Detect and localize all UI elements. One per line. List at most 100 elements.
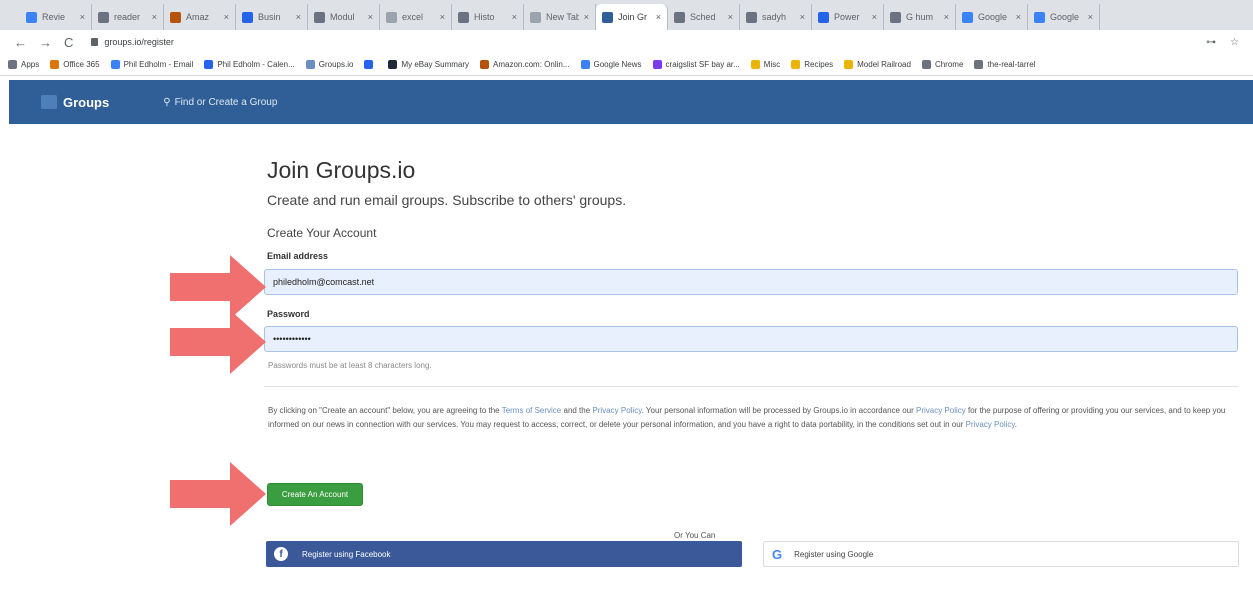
- browser-tab[interactable]: Google ×: [1028, 4, 1100, 30]
- tab-close-icon[interactable]: ×: [656, 12, 661, 22]
- bookmark-label: Phil Edholm - Email: [123, 60, 194, 69]
- bookmark-item[interactable]: Amazon.com: Onlin...: [480, 60, 570, 69]
- password-field[interactable]: [264, 326, 1238, 352]
- bookmark-label: Amazon.com: Onlin...: [493, 60, 570, 69]
- lock-icon: [91, 38, 99, 46]
- tab-title: sadyh: [762, 12, 787, 22]
- bookmark-label: Chrome: [934, 60, 964, 69]
- browser-tab[interactable]: Revie ×: [20, 4, 92, 30]
- key-icon[interactable]: ⊶: [1206, 37, 1216, 48]
- bookmark-favicon-icon: [8, 60, 17, 69]
- tab-title: Google: [978, 12, 1008, 22]
- bookmark-item[interactable]: [364, 60, 377, 69]
- tab-close-icon[interactable]: ×: [368, 12, 373, 22]
- bookmark-label: Phil Edholm - Calen...: [217, 60, 295, 69]
- bookmark-item[interactable]: Phil Edholm - Email: [110, 60, 194, 69]
- bookmark-favicon-icon: [652, 60, 662, 69]
- password-help-text: Passwords must be at least 8 characters …: [268, 361, 432, 370]
- tab-close-icon[interactable]: ×: [152, 12, 157, 22]
- bookmark-item[interactable]: Recipes: [791, 60, 833, 69]
- bookmark-favicon-icon: [50, 60, 60, 69]
- bookmark-label: Apps: [21, 60, 40, 69]
- tab-title: Amaz: [186, 12, 210, 22]
- groups-brand-link[interactable]: Groups: [41, 95, 109, 110]
- browser-tab[interactable]: G hum ×: [884, 4, 956, 30]
- browser-tab[interactable]: Histo ×: [452, 4, 524, 30]
- tab-title: reader: [114, 12, 141, 22]
- browser-tab[interactable]: Power ×: [812, 4, 884, 30]
- tab-close-icon[interactable]: ×: [512, 12, 517, 22]
- browser-tab[interactable]: New Tab ×: [524, 4, 596, 30]
- address-bar[interactable]: groups.io/register: [91, 37, 174, 47]
- browser-tab[interactable]: Join Gr ×: [596, 4, 668, 30]
- bookmark-label: Misc: [763, 60, 781, 69]
- tab-close-icon[interactable]: ×: [224, 12, 229, 22]
- browser-tab[interactable]: Modul ×: [308, 4, 380, 30]
- tab-title: Histo: [474, 12, 495, 22]
- tab-favicon-icon: [962, 11, 973, 23]
- forward-arrow-icon[interactable]: →: [39, 35, 52, 50]
- register-google-button[interactable]: G Register using Google: [763, 541, 1239, 567]
- browser-tab[interactable]: Amaz ×: [164, 4, 236, 30]
- tab-close-icon[interactable]: ×: [800, 12, 805, 22]
- bookmark-item[interactable]: Groups.io: [305, 60, 354, 69]
- terms-of-service-link[interactable]: Terms of Service: [502, 406, 562, 415]
- browser-tab[interactable]: Busin ×: [236, 4, 308, 30]
- bookmark-star-icon[interactable]: ☆: [1230, 37, 1239, 48]
- browser-tab[interactable]: Google ×: [956, 4, 1028, 30]
- google-icon: G: [772, 546, 783, 562]
- back-arrow-icon[interactable]: ←: [14, 35, 27, 50]
- reload-icon[interactable]: C: [64, 35, 73, 50]
- tab-close-icon[interactable]: ×: [728, 12, 733, 22]
- tab-close-icon[interactable]: ×: [944, 12, 949, 22]
- bookmark-item[interactable]: Misc: [750, 60, 781, 69]
- bookmark-label: Recipes: [804, 60, 834, 69]
- privacy-policy-link[interactable]: Privacy Policy: [592, 406, 641, 415]
- bookmark-item[interactable]: Chrome: [921, 60, 964, 69]
- browser-toolbar: ← → C groups.io/register ⊶ ☆: [0, 30, 1253, 54]
- tab-title: Busin: [258, 12, 281, 22]
- tab-title: Google: [1050, 12, 1080, 22]
- tab-close-icon[interactable]: ×: [1088, 12, 1093, 22]
- tab-favicon-icon: [890, 11, 901, 23]
- bookmark-item[interactable]: Office 365: [50, 60, 100, 69]
- bookmark-item[interactable]: Phil Edholm - Calen...: [204, 60, 295, 69]
- terms-text: . Your personal information will be proc…: [641, 406, 916, 415]
- create-account-button[interactable]: Create An Account: [267, 483, 363, 506]
- bookmark-favicon-icon: [921, 60, 931, 69]
- or-separator-text: Or You Can: [674, 531, 716, 540]
- tab-close-icon[interactable]: ×: [440, 12, 445, 22]
- tab-favicon-icon: [818, 11, 829, 23]
- bookmark-label: Groups.io: [318, 60, 354, 69]
- tab-favicon-icon: [746, 11, 757, 23]
- facebook-icon: f: [274, 547, 288, 561]
- email-field[interactable]: [264, 269, 1238, 295]
- browser-tab[interactable]: excel ×: [380, 4, 452, 30]
- bookmark-item[interactable]: Apps: [8, 60, 39, 69]
- browser-tab[interactable]: Sched ×: [668, 4, 740, 30]
- bookmark-item[interactable]: craigslist SF bay ar...: [652, 60, 740, 69]
- tab-close-icon[interactable]: ×: [1016, 12, 1021, 22]
- browser-tab[interactable]: sadyh ×: [740, 4, 812, 30]
- bookmark-favicon-icon: [204, 60, 214, 69]
- bookmark-item[interactable]: Model Railroad: [844, 60, 911, 69]
- bookmark-label: craigslist SF bay ar...: [665, 60, 740, 69]
- tab-close-icon[interactable]: ×: [584, 12, 589, 22]
- tab-close-icon[interactable]: ×: [872, 12, 877, 22]
- register-facebook-button[interactable]: f Register using Facebook: [266, 541, 742, 567]
- terms-text: .: [1014, 420, 1018, 429]
- bookmark-item[interactable]: Google News: [580, 60, 642, 69]
- find-or-create-group-link[interactable]: ⚲ Find or Create a Group: [163, 97, 277, 108]
- bookmark-item[interactable]: the-real-tarrel: [974, 60, 1035, 69]
- bookmark-item[interactable]: My eBay Summary: [388, 60, 469, 69]
- tab-favicon-icon: [98, 11, 109, 23]
- privacy-policy-link[interactable]: Privacy Policy: [916, 406, 966, 415]
- tab-favicon-icon: [170, 11, 181, 23]
- tab-title: G hum: [906, 12, 934, 22]
- browser-tab[interactable]: reader ×: [92, 4, 164, 30]
- tab-close-icon[interactable]: ×: [296, 12, 301, 22]
- google-button-label: Register using Google: [794, 549, 874, 559]
- tab-close-icon[interactable]: ×: [80, 12, 85, 22]
- privacy-policy-link[interactable]: Privacy Policy: [966, 420, 1015, 429]
- bookmark-favicon-icon: [388, 60, 398, 69]
